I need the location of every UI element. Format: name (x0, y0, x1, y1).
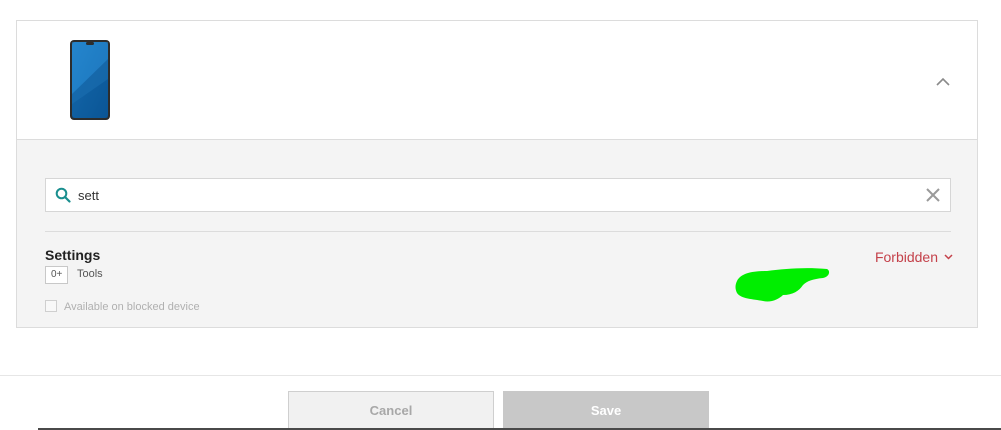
chevron-up-icon (936, 77, 950, 86)
device-card-body: Settings 0+ Tools Available on blocked d… (17, 140, 977, 327)
available-on-blocked-device-checkbox[interactable] (45, 300, 57, 312)
cancel-button[interactable]: Cancel (288, 391, 494, 429)
collapse-button[interactable] (933, 71, 953, 91)
search-icon (55, 187, 71, 203)
smartphone-icon (70, 40, 110, 120)
chevron-down-icon (944, 254, 953, 260)
device-card: Settings 0+ Tools Available on blocked d… (16, 20, 978, 328)
search-input[interactable] (78, 179, 898, 211)
device-card-header[interactable] (17, 21, 977, 140)
footer-divider (0, 375, 1001, 376)
divider (45, 231, 951, 232)
age-rating-badge: 0+ (45, 266, 69, 284)
close-icon[interactable] (925, 187, 941, 203)
status-dropdown[interactable]: Forbidden (875, 249, 953, 265)
app-category: Tools (77, 268, 103, 280)
save-button[interactable]: Save (503, 391, 709, 429)
status-label: Forbidden (874, 249, 938, 265)
app-name: Settings (45, 247, 101, 263)
available-on-blocked-device-label: Available on blocked device (64, 301, 200, 313)
app-search-box[interactable] (45, 178, 951, 212)
redaction-mark (735, 268, 830, 302)
